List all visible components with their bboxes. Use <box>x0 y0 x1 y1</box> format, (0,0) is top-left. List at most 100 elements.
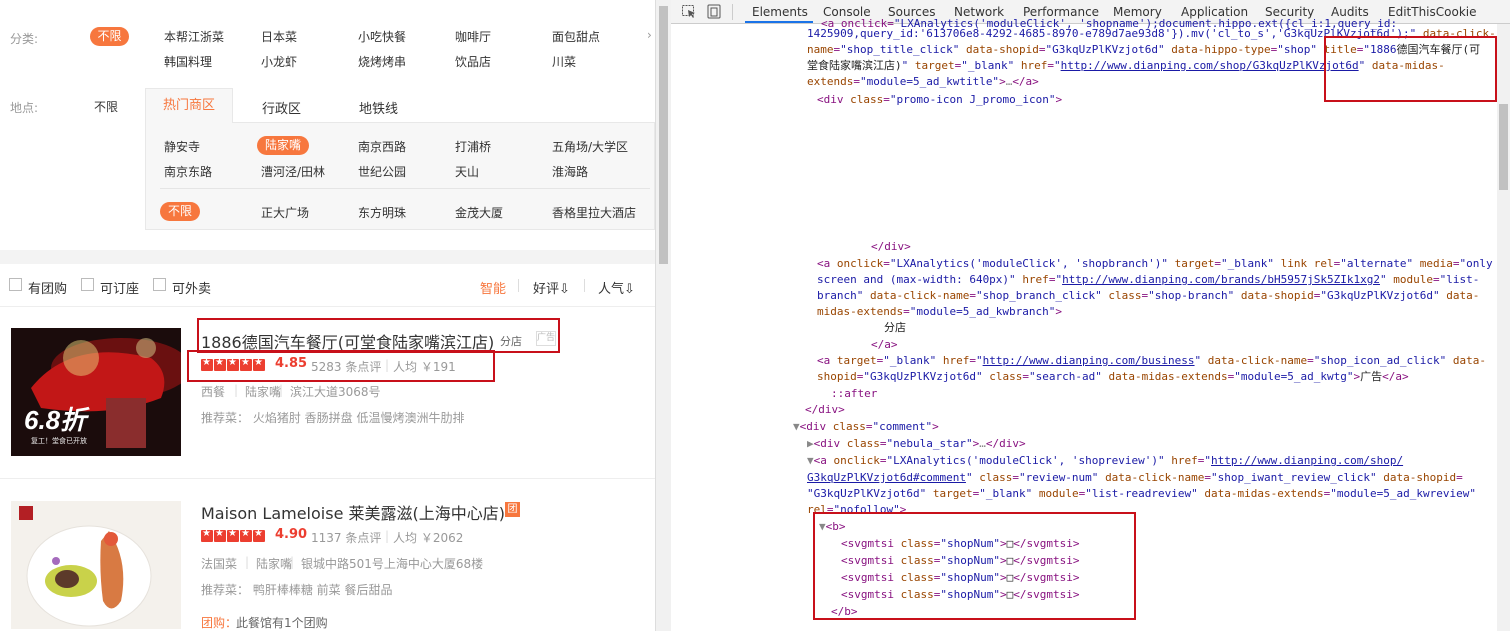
cuisine-link[interactable]: 西餐 <box>201 383 225 400</box>
dom-line[interactable]: ▼<a onclick="LXAnalytics('moduleClick', … <box>807 453 1403 469</box>
district-any-pill[interactable]: 不限 <box>160 202 200 221</box>
district-option[interactable]: 东方明珠 <box>358 204 406 221</box>
annotation-box <box>1324 36 1497 102</box>
dom-line[interactable]: ▼<div class="comment"> <box>793 419 939 435</box>
sort-rating[interactable]: 好评⇩ <box>533 278 570 297</box>
category-option[interactable]: 小龙虾 <box>261 53 297 70</box>
dom-line[interactable]: ::after <box>831 386 877 402</box>
tab-metro-line[interactable]: 地铁线 <box>359 98 398 117</box>
tab-elements[interactable]: Elements <box>752 5 808 19</box>
location-any[interactable]: 不限 <box>94 98 118 115</box>
divider: | <box>385 529 390 543</box>
district-option[interactable]: 南京西路 <box>358 138 406 155</box>
shop-thumbnail[interactable] <box>11 501 181 629</box>
category-option[interactable]: 川菜 <box>552 53 576 70</box>
district-option[interactable]: 漕河泾/田林 <box>261 163 325 180</box>
inspect-element-icon[interactable] <box>681 4 697 19</box>
active-tab-indicator <box>745 21 813 23</box>
district-link[interactable]: 陆家嘴 <box>245 383 281 400</box>
category-option[interactable]: 小吃快餐 <box>358 28 406 45</box>
district-active-pill[interactable]: 陆家嘴 <box>257 136 309 155</box>
category-option[interactable]: 本帮江浙菜 <box>164 28 224 45</box>
dom-line[interactable]: screen and (max-width: 640px)" href="htt… <box>817 272 1479 288</box>
dom-line[interactable]: </a> <box>871 337 898 353</box>
category-option[interactable]: 饮品店 <box>455 53 491 70</box>
category-option[interactable]: 咖啡厅 <box>455 28 491 45</box>
device-toolbar-icon[interactable] <box>706 4 722 19</box>
group-deal-label: 团购： <box>201 616 238 630</box>
group-buy-badge[interactable]: 团 <box>505 502 520 517</box>
sort-smart[interactable]: 智能 <box>480 278 506 297</box>
dom-line[interactable]: ▶<div class="nebula_star">…</div> <box>807 436 1026 452</box>
category-option[interactable]: 面包甜点 <box>552 28 600 45</box>
dom-line[interactable]: branch" data-click-name="shop_branch_cli… <box>817 288 1479 304</box>
district-option[interactable]: 五角场/大学区 <box>552 138 628 155</box>
takeout-label: 可外卖 <box>172 282 212 297</box>
category-option[interactable]: 韩国料理 <box>164 53 212 70</box>
devtools-scrollbar[interactable] <box>1497 24 1510 631</box>
takeout-checkbox[interactable] <box>153 278 166 291</box>
recommended-dishes: 推荐菜： 火焰猪肘 香肠拼盘 低温慢烤澳洲牛肋排 <box>201 411 465 425</box>
district-option[interactable]: 淮海路 <box>552 163 588 180</box>
page-scrollbar[interactable] <box>655 0 671 631</box>
group-deal-link[interactable]: 此餐馆有1个团购 <box>236 614 328 631</box>
dom-line[interactable]: G3kqUzPlKVzjot6d#comment" class="review-… <box>807 470 1463 486</box>
dom-line[interactable]: <a onclick="LXAnalytics('moduleClick', '… <box>817 256 1493 272</box>
divider <box>518 279 519 292</box>
scrollbar-thumb[interactable] <box>659 6 668 264</box>
category-option[interactable]: 日本菜 <box>261 28 297 45</box>
group-buy-checkbox[interactable] <box>9 278 22 291</box>
divider <box>160 188 650 189</box>
divider: | <box>234 383 239 397</box>
district-link[interactable]: 陆家嘴 <box>256 555 292 572</box>
section-gap <box>0 250 655 264</box>
chevron-right-icon[interactable]: › <box>647 28 652 42</box>
district-option[interactable]: 南京东路 <box>164 163 212 180</box>
dom-line[interactable]: <a target="_blank" href="http://www.dian… <box>817 353 1486 369</box>
district-option[interactable]: 金茂大厦 <box>455 204 503 221</box>
district-option[interactable]: 世纪公园 <box>358 163 406 180</box>
review-count-link[interactable]: 1137 条点评 <box>311 529 381 546</box>
district-option[interactable]: 打浦桥 <box>455 138 491 155</box>
district-option[interactable]: 正大广场 <box>261 204 309 221</box>
category-any-pill[interactable]: 不限 <box>90 27 129 46</box>
shop-title-link[interactable]: Maison Lameloise 莱美露滋(上海中心店) <box>201 500 505 524</box>
divider <box>0 306 655 307</box>
address: 滨江大道3068号 <box>290 385 381 399</box>
category-option[interactable]: 烧烤烤串 <box>358 53 406 70</box>
dom-line[interactable]: </div> <box>805 402 845 418</box>
shop-thumbnail[interactable]: 6.8折 复工！堂食已开放 <box>11 328 181 456</box>
location-label: 地点: <box>10 101 39 115</box>
dom-line[interactable]: "G3kqUzPlKVzjot6d" target="_blank" modul… <box>807 486 1476 502</box>
reservable-checkbox[interactable] <box>81 278 94 291</box>
dom-line[interactable]: shopid="G3kqUzPlKVzjot6d" class="search-… <box>817 369 1409 385</box>
scrollbar-thumb[interactable] <box>1499 104 1508 190</box>
tab-editthiscookie[interactable]: EditThisCookie <box>1388 5 1477 19</box>
star-rating <box>201 528 265 542</box>
annotation-box <box>197 318 560 353</box>
divider <box>732 4 733 20</box>
annotation-box <box>187 350 495 382</box>
cuisine-link[interactable]: 法国菜 <box>201 555 237 572</box>
dom-line[interactable]: midas-extends="module=5_ad_kwbranch"> <box>817 304 1062 320</box>
dom-tree[interactable]: <a onclick="LXAnalytics('moduleClick', '… <box>671 17 1497 631</box>
divider <box>584 279 585 292</box>
tab-administrative-district[interactable]: 行政区 <box>262 98 301 117</box>
reservable-label: 可订座 <box>100 282 140 297</box>
dom-line[interactable]: extends="module=5_ad_kwtitle">…</a> <box>807 74 1039 90</box>
shop-photo <box>11 501 181 629</box>
district-option[interactable]: 香格里拉大酒店 <box>552 204 636 221</box>
devtools-panel: Elements Console Sources Network Perform… <box>671 0 1510 631</box>
district-option[interactable]: 天山 <box>455 163 479 180</box>
tab-hot-districts[interactable]: 热门商区 <box>145 88 233 123</box>
sort-popularity[interactable]: 人气⇩ <box>598 278 635 297</box>
address: 银城中路501号上海中心大厦68楼 <box>301 557 484 571</box>
dom-line[interactable]: 分店 <box>884 320 906 336</box>
district-option[interactable]: 静安寺 <box>164 138 200 155</box>
rating-score: 4.90 <box>275 527 308 542</box>
dom-line[interactable]: </div> <box>871 239 911 255</box>
annotation-box <box>813 512 1136 620</box>
web-page-pane: 分类: 不限 本帮江浙菜 日本菜 小吃快餐 咖啡厅 面包甜点 › 韩国料理 小龙… <box>0 0 655 631</box>
divider: | <box>279 383 284 397</box>
dom-line[interactable]: <div class="promo-icon J_promo_icon"> <box>817 92 1062 108</box>
